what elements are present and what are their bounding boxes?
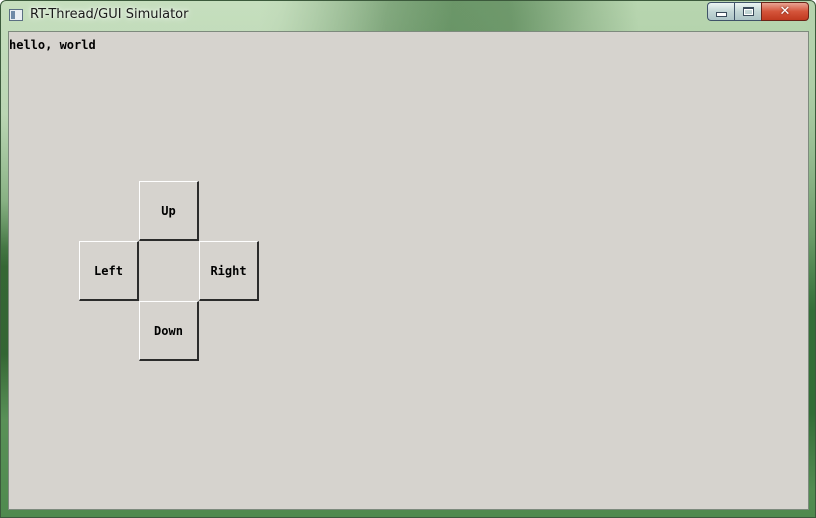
right-button[interactable]: Right (199, 241, 259, 301)
maximize-button[interactable] (734, 2, 761, 21)
close-icon: ✕ (779, 4, 791, 19)
maximize-icon (742, 7, 754, 16)
close-button[interactable]: ✕ (761, 2, 809, 21)
minimize-icon (715, 12, 727, 17)
app-window-icon[interactable] (9, 9, 23, 21)
down-button[interactable]: Down (139, 301, 199, 361)
caption-buttons: ✕ (707, 2, 809, 21)
window-title: RT-Thread/GUI Simulator (30, 7, 189, 22)
minimize-button[interactable] (707, 2, 734, 21)
up-button[interactable]: Up (139, 181, 199, 241)
title-bar[interactable]: RT-Thread/GUI Simulator ✕ (1, 1, 815, 30)
greeting-text: hello, world (9, 38, 96, 52)
client-area: hello, world Up Left Right Down (8, 31, 809, 510)
app-window: RT-Thread/GUI Simulator ✕ hello, world U… (0, 0, 816, 518)
dpad-center (139, 241, 199, 301)
left-button[interactable]: Left (79, 241, 139, 301)
